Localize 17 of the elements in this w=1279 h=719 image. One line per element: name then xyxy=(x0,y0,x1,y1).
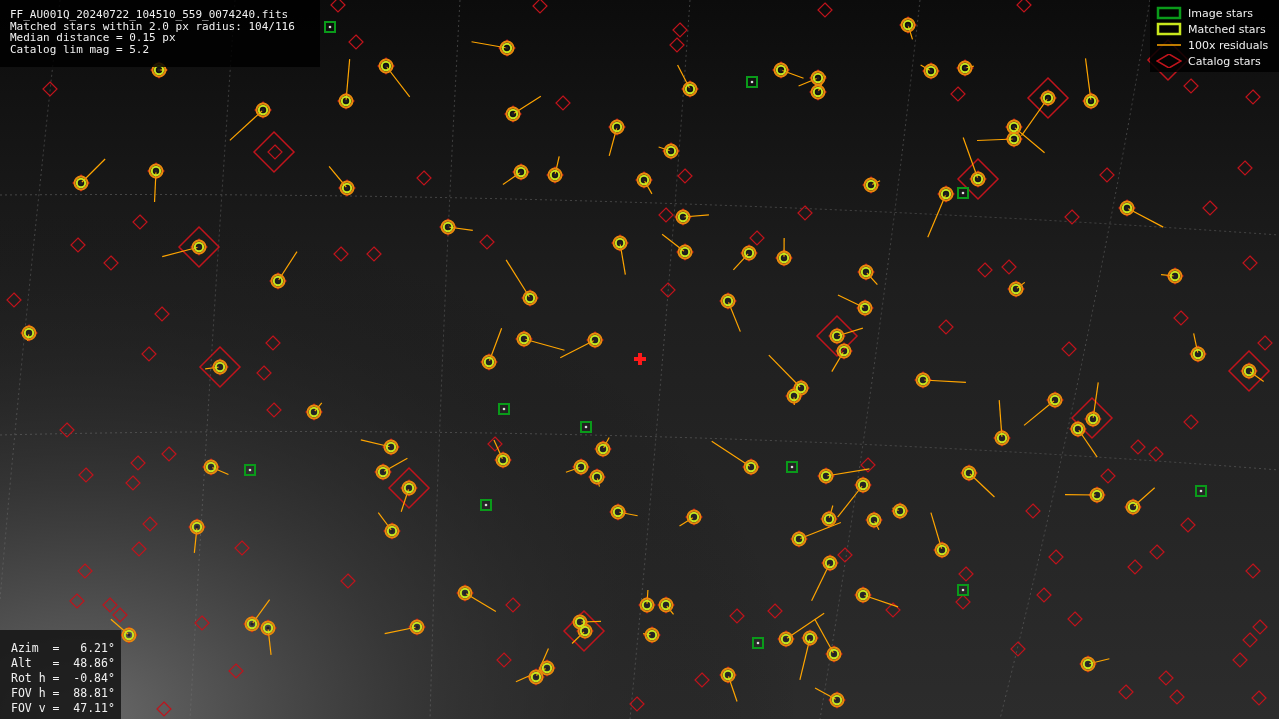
image-stars-legend-icon xyxy=(1156,6,1182,20)
info-text: Matched stars within 2.0 px radius: 104/116 xyxy=(10,20,296,32)
center-cross-icon xyxy=(634,353,646,365)
info-text: Median distance = 0.15 px xyxy=(10,32,176,44)
legend-label: Image stars xyxy=(1188,6,1253,20)
info-text: FF_AU001Q_20240722_104510_559_0074240.fits xyxy=(10,9,290,21)
pointing-text: Azim = 6.21° xyxy=(11,641,116,656)
pointing-text: Alt = 48.86° xyxy=(11,656,116,671)
pointing-text: FOV h = 88.81° xyxy=(11,686,116,701)
matched-stars-legend-icon xyxy=(1156,22,1182,36)
legend-label: Matched stars xyxy=(1188,22,1266,36)
pointing-text: FOV v = 47.11° xyxy=(11,701,116,716)
pointing-text: Rot h = -0.84° xyxy=(11,671,116,686)
info-text: Catalog lim mag = 5.2 xyxy=(10,43,151,55)
legend-label: Catalog stars xyxy=(1188,54,1261,68)
legend-label: 100x residuals xyxy=(1188,38,1269,52)
catalog-stars-legend-icon xyxy=(1156,54,1182,68)
